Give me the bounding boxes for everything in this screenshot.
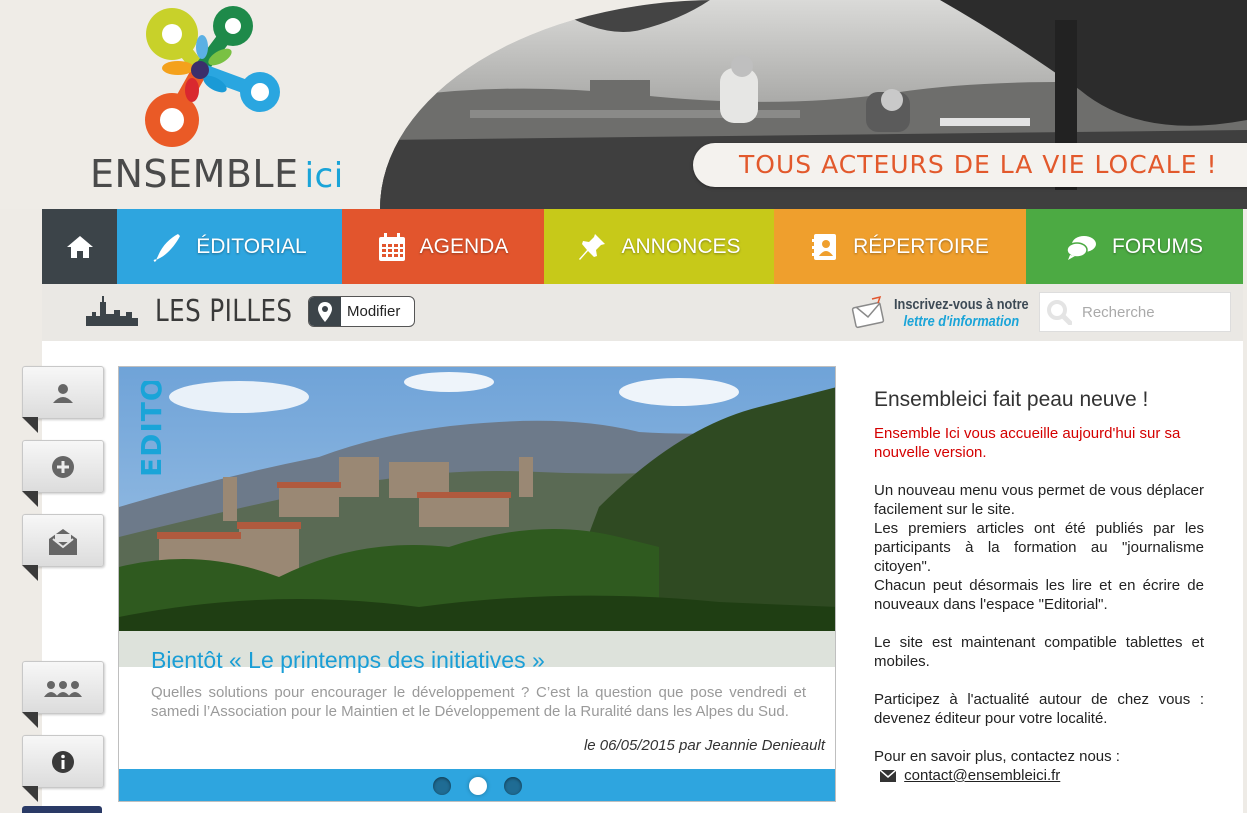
sidebar-tab-info[interactable] <box>22 735 104 788</box>
article-paragraph: Le site est maintenant compatible tablet… <box>874 634 1204 670</box>
logo-accent-text: ici <box>304 156 344 196</box>
article-paragraph: Participez à l'actualité autour de chez … <box>874 691 1204 727</box>
slider-dot[interactable] <box>433 777 451 795</box>
contact-email-link[interactable]: contact@ensembleici.fr <box>904 767 1060 784</box>
slide-caption: Bientôt « Le printemps des initiatives »… <box>119 631 835 767</box>
home-icon <box>66 235 93 258</box>
user-icon <box>53 383 73 403</box>
search-input[interactable] <box>1080 302 1224 322</box>
calendar-icon <box>378 232 405 261</box>
tagline-banner: TOUS ACTEURS DE LA VIE LOCALE ! <box>693 143 1247 187</box>
add-icon <box>52 455 74 478</box>
nav-annonces[interactable]: ANNONCES <box>544 209 774 284</box>
edito-badge-text: EDITO <box>135 381 168 477</box>
newsletter-text: Inscrivez-vous à notre lettre d'informat… <box>894 296 1029 330</box>
newsletter-signup[interactable]: Inscrivez-vous à notre lettre d'informat… <box>850 293 1052 333</box>
info-icon <box>52 750 74 773</box>
nav-forums-label: FORUMS <box>1112 234 1203 258</box>
nav-editorial[interactable]: ÉDITORIAL <box>117 209 342 284</box>
chat-icon <box>1066 235 1096 260</box>
edito-badge: EDITO <box>135 381 168 477</box>
sidebar-tab-fold <box>22 491 38 507</box>
slider-pagination <box>119 769 835 801</box>
sidebar-tab-user[interactable] <box>22 366 104 419</box>
sidebar-tab-group[interactable] <box>22 661 104 714</box>
article-title: Ensembleici fait peau neuve ! <box>874 388 1149 411</box>
nav-agenda[interactable]: AGENDA <box>342 209 544 284</box>
newsletter-line2: lettre d'information <box>903 313 1020 330</box>
modify-location-button[interactable]: Modifier <box>308 296 415 327</box>
group-icon <box>44 680 82 697</box>
nav-agenda-label: AGENDA <box>419 234 509 258</box>
slider-dot-active[interactable] <box>469 777 487 795</box>
excerpt-fade <box>119 717 835 731</box>
slide-meta: le 06/05/2015 par Jeannie Denieault <box>583 737 825 754</box>
location-bar: LES PILLES Modifier Inscrivez-vous à not… <box>42 284 1243 341</box>
tagline-text: TOUS ACTEURS DE LA VIE LOCALE ! <box>739 150 1218 179</box>
nav-repertoire-label: RÉPERTOIRE <box>853 234 989 258</box>
site-header: ENSEMBLE ici TOUS ACTEURS DE LA VIE LOCA… <box>0 0 1247 209</box>
logo-flower-icon <box>145 6 280 147</box>
pin-container <box>309 297 341 326</box>
article-paragraph: Un nouveau menu vous permet de vous dépl… <box>874 482 1204 518</box>
town-name: LES PILLES <box>155 294 293 329</box>
sidebar-tab-partial[interactable] <box>22 806 102 813</box>
search-icon[interactable] <box>1046 299 1072 325</box>
sidebar-tab-message[interactable] <box>22 514 104 567</box>
article-paragraph: Les premiers articles ont été publiés pa… <box>874 520 1204 575</box>
nav-forums[interactable]: FORUMS <box>1026 209 1243 284</box>
pushpin-icon <box>579 233 606 260</box>
newsletter-line1: Inscrivez-vous à notre <box>894 296 1029 313</box>
nav-home[interactable] <box>42 209 117 284</box>
nav-editorial-label: ÉDITORIAL <box>196 234 307 258</box>
village-landscape <box>119 367 835 667</box>
slide-image[interactable]: EDITO <box>119 367 835 667</box>
slide-title[interactable]: Bientôt « Le printemps des initiatives » <box>151 647 545 674</box>
nav-annonces-label: ANNONCES <box>621 234 741 258</box>
nav-repertoire[interactable]: RÉPERTOIRE <box>774 209 1026 284</box>
logo-wordmark: ENSEMBLE ici <box>90 152 344 196</box>
sidebar-tab-fold <box>22 712 38 728</box>
search-box[interactable] <box>1039 292 1231 332</box>
mail-icon <box>879 769 897 783</box>
featured-slider[interactable]: EDITO Bientôt « Le printemps des initiat… <box>118 366 836 802</box>
article-intro: Ensemble Ici vous accueille aujourd'hui … <box>874 425 1181 461</box>
article-contact-line: contact@ensembleici.fr <box>874 766 1204 785</box>
sidebar-tab-fold <box>22 786 38 802</box>
sidebar-tab-fold <box>22 417 38 433</box>
modify-label: Modifier <box>347 303 401 320</box>
sidebar-tab-fold <box>22 565 38 581</box>
article-contact-text: Pour en savoir plus, contactez nous : <box>874 748 1120 765</box>
logo-main-text: ENSEMBLE <box>90 152 299 196</box>
slider-dot[interactable] <box>504 777 522 795</box>
sidebar-tab-add[interactable] <box>22 440 104 493</box>
newsletter-envelope-icon <box>851 295 885 329</box>
site-logo[interactable]: ENSEMBLE ici <box>90 2 343 202</box>
map-pin-icon <box>318 301 332 322</box>
article-paragraph: Chacun peut désormais les lire et en écr… <box>874 577 1204 613</box>
main-nav: ÉDITORIAL AGENDA ANNONCES RÉPERTOIRE FOR… <box>42 209 1243 284</box>
address-book-icon <box>812 233 837 260</box>
news-article: Ensembleici fait peau neuve ! Ensemble I… <box>874 388 1204 785</box>
pen-icon <box>153 233 181 262</box>
village-icon <box>86 296 138 326</box>
envelope-icon <box>49 528 77 555</box>
